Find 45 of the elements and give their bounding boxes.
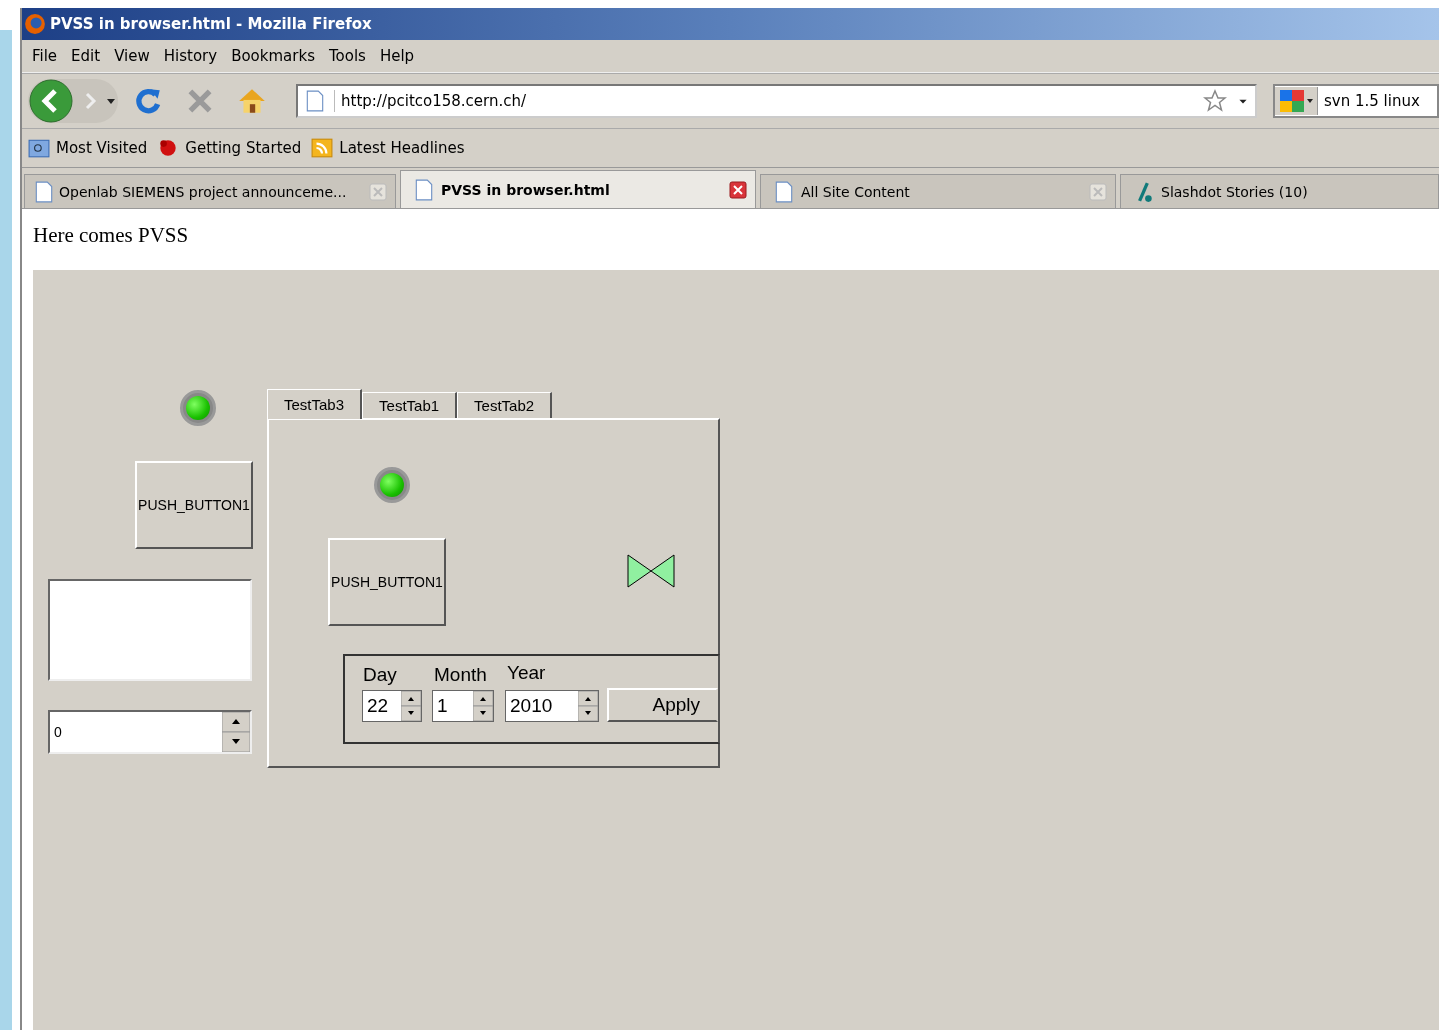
apply-button[interactable]: Apply [607, 688, 718, 722]
spin-field[interactable]: 0 [48, 710, 252, 754]
window-title: PVSS in browser.html - Mozilla Firefox [50, 15, 372, 33]
browser-tab[interactable]: All Site Content [760, 174, 1116, 208]
star-icon[interactable] [1203, 89, 1227, 113]
browser-logo-icon [24, 13, 46, 35]
bookmark-item[interactable]: Getting Started [157, 138, 302, 158]
folder-icon [28, 138, 50, 158]
menu-item[interactable]: Help [379, 47, 427, 65]
month-label: Month [434, 664, 487, 686]
day-spinner[interactable]: 22 [362, 690, 422, 722]
panel-tab[interactable]: TestTab2 [457, 392, 553, 418]
day-label: Day [363, 664, 397, 686]
back-forward-control[interactable] [28, 79, 118, 123]
text-area[interactable] [48, 579, 252, 681]
search-engine-icon[interactable] [1275, 87, 1318, 115]
year-spinner[interactable]: 2010 [505, 690, 599, 722]
menu-item[interactable]: File [32, 47, 70, 65]
feed-icon [311, 138, 334, 158]
close-tab-icon[interactable] [729, 180, 747, 199]
menu-item[interactable]: Edit [71, 47, 113, 65]
bookmark-item[interactable]: Most Visited [28, 138, 148, 158]
menu-item[interactable]: View [114, 47, 162, 65]
panel-tab[interactable]: TestTab1 [362, 392, 458, 418]
site-icon [1135, 180, 1153, 203]
bookmark-item[interactable]: Latest Headlines [311, 138, 465, 158]
page-icon [415, 178, 433, 201]
year-label: Year [507, 662, 546, 684]
valve-icon [627, 554, 675, 588]
panel-tab[interactable]: TestTab3 [267, 389, 363, 419]
page-heading: Here comes PVSS [33, 222, 190, 249]
spin-arrows-icon[interactable] [222, 712, 250, 752]
browser-tab[interactable]: Slashdot Stories (10) [1120, 174, 1439, 208]
menu-item[interactable]: Bookmarks [231, 47, 327, 65]
menu-item[interactable]: Tools [328, 47, 378, 65]
browser-tab[interactable]: Openlab SIEMENS project announceme... [24, 174, 396, 208]
month-spinner[interactable]: 1 [432, 690, 494, 722]
page-icon [35, 180, 53, 203]
browser-tab[interactable]: PVSS in browser.html [400, 170, 756, 208]
menu-item[interactable]: History [163, 47, 230, 65]
page-icon [775, 180, 793, 203]
search-field[interactable]: svn 1.5 linux [1273, 84, 1439, 118]
push-button[interactable]: PUSH_BUTTON1 [135, 461, 253, 549]
address-bar[interactable]: http://pcitco158.cern.ch/ [296, 84, 1257, 118]
push-button[interactable]: PUSH_BUTTON1 [328, 538, 446, 626]
